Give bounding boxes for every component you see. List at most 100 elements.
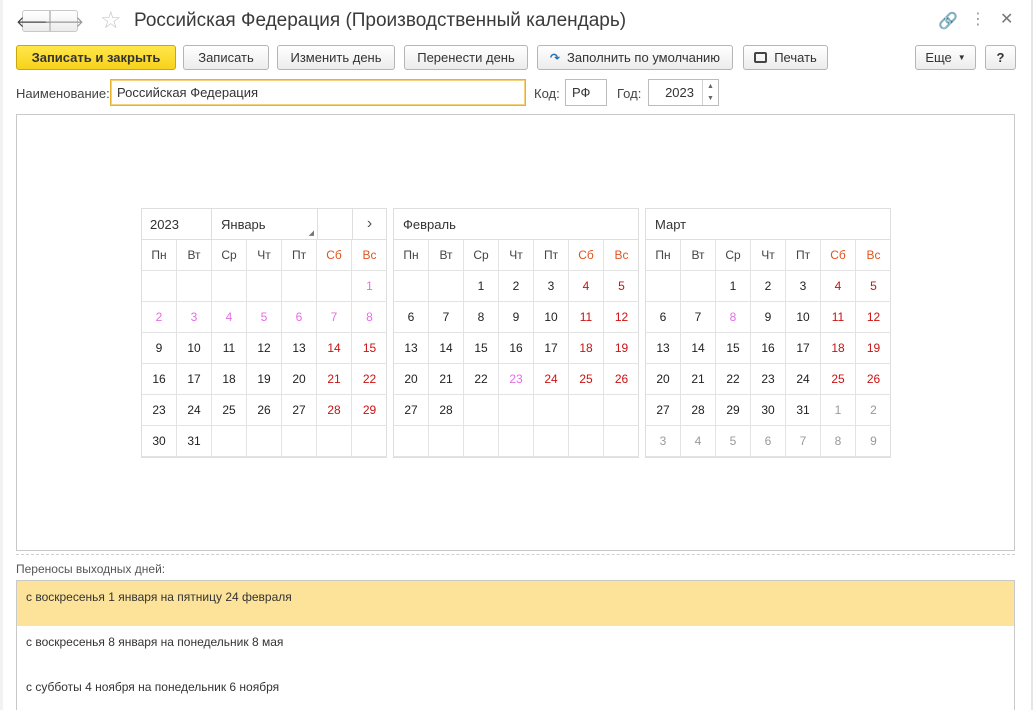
day-cell[interactable]: 14 [317, 333, 352, 364]
change-day-button[interactable]: Изменить день [277, 45, 395, 70]
day-cell[interactable]: 2 [751, 271, 786, 302]
transfer-row[interactable]: с субботы 4 ноября на понедельник 6 нояб… [17, 671, 1014, 716]
day-cell[interactable]: 19 [856, 333, 891, 364]
day-cell[interactable]: 18 [569, 333, 604, 364]
day-cell[interactable]: 15 [464, 333, 499, 364]
prev-month-button[interactable] [318, 208, 353, 240]
day-cell[interactable]: 27 [394, 395, 429, 426]
day-cell[interactable]: 13 [394, 333, 429, 364]
day-cell[interactable]: 6 [282, 302, 317, 333]
fill-default-button[interactable]: ↷ Заполнить по умолчанию [537, 45, 733, 70]
day-cell[interactable]: 6 [394, 302, 429, 333]
day-cell[interactable]: 11 [212, 333, 247, 364]
day-cell[interactable]: 29 [352, 395, 387, 426]
day-cell[interactable]: 1 [821, 395, 856, 426]
day-cell[interactable]: 9 [499, 302, 534, 333]
code-field[interactable]: РФ [565, 79, 607, 106]
day-cell[interactable]: 12 [604, 302, 639, 333]
close-icon[interactable]: ✕ [1000, 9, 1013, 29]
day-cell[interactable]: 31 [786, 395, 821, 426]
more-menu-button[interactable]: Еще ▼ [915, 45, 976, 70]
day-cell[interactable]: 30 [751, 395, 786, 426]
day-cell[interactable]: 21 [681, 364, 716, 395]
day-cell[interactable]: 8 [821, 426, 856, 457]
year-selector[interactable]: 2023 [142, 208, 212, 240]
day-cell[interactable]: 20 [282, 364, 317, 395]
day-cell[interactable]: 20 [394, 364, 429, 395]
day-cell[interactable]: 11 [569, 302, 604, 333]
day-cell[interactable]: 20 [646, 364, 681, 395]
day-cell[interactable]: 17 [786, 333, 821, 364]
day-cell[interactable]: 18 [212, 364, 247, 395]
day-cell[interactable]: 2 [142, 302, 177, 333]
day-cell[interactable]: 3 [534, 271, 569, 302]
day-cell[interactable]: 26 [247, 395, 282, 426]
day-cell[interactable]: 5 [716, 426, 751, 457]
day-cell[interactable]: 4 [569, 271, 604, 302]
day-cell[interactable]: 7 [681, 302, 716, 333]
stepper-up-icon[interactable]: ▲ [707, 83, 714, 90]
name-field[interactable]: Российская Федерация [110, 79, 526, 106]
day-cell[interactable]: 18 [821, 333, 856, 364]
day-cell[interactable]: 27 [646, 395, 681, 426]
day-cell[interactable]: 21 [317, 364, 352, 395]
day-cell[interactable]: 28 [681, 395, 716, 426]
day-cell[interactable]: 14 [681, 333, 716, 364]
day-cell[interactable]: 14 [429, 333, 464, 364]
day-cell[interactable]: 31 [177, 426, 212, 457]
day-cell[interactable]: 9 [751, 302, 786, 333]
day-cell[interactable]: 17 [177, 364, 212, 395]
day-cell[interactable]: 17 [534, 333, 569, 364]
day-cell[interactable]: 22 [716, 364, 751, 395]
day-cell[interactable]: 5 [604, 271, 639, 302]
day-cell[interactable]: 22 [464, 364, 499, 395]
day-cell[interactable]: 4 [212, 302, 247, 333]
move-day-button[interactable]: Перенести день [404, 45, 528, 70]
day-cell[interactable]: 12 [856, 302, 891, 333]
day-cell[interactable]: 11 [821, 302, 856, 333]
day-cell[interactable]: 6 [751, 426, 786, 457]
save-button[interactable]: Записать [183, 45, 269, 70]
month-selector[interactable]: Январь ◢ [212, 208, 318, 240]
day-cell[interactable]: 5 [856, 271, 891, 302]
day-cell[interactable]: 7 [429, 302, 464, 333]
day-cell[interactable]: 4 [681, 426, 716, 457]
day-cell[interactable]: 3 [646, 426, 681, 457]
day-cell[interactable]: 6 [646, 302, 681, 333]
day-cell[interactable]: 1 [352, 271, 387, 302]
day-cell[interactable]: 24 [786, 364, 821, 395]
day-cell[interactable]: 7 [786, 426, 821, 457]
day-cell[interactable]: 24 [534, 364, 569, 395]
day-cell[interactable]: 21 [429, 364, 464, 395]
day-cell[interactable]: 3 [786, 271, 821, 302]
day-cell[interactable]: 13 [646, 333, 681, 364]
day-cell[interactable]: 9 [142, 333, 177, 364]
day-cell[interactable]: 30 [142, 426, 177, 457]
day-cell[interactable]: 5 [247, 302, 282, 333]
year-stepper[interactable]: ▲ ▼ [702, 80, 718, 105]
day-cell[interactable]: 15 [352, 333, 387, 364]
splitter[interactable] [16, 554, 1015, 555]
day-cell[interactable]: 23 [142, 395, 177, 426]
day-cell[interactable]: 22 [352, 364, 387, 395]
day-cell[interactable]: 26 [604, 364, 639, 395]
day-cell[interactable]: 23 [751, 364, 786, 395]
day-cell[interactable]: 4 [821, 271, 856, 302]
day-cell[interactable]: 15 [716, 333, 751, 364]
stepper-down-icon[interactable]: ▼ [707, 95, 714, 102]
day-cell[interactable]: 1 [716, 271, 751, 302]
day-cell[interactable]: 8 [716, 302, 751, 333]
transfer-row[interactable]: с воскресенья 8 января на понедельник 8 … [17, 626, 1014, 671]
day-cell[interactable]: 25 [821, 364, 856, 395]
day-cell[interactable]: 3 [177, 302, 212, 333]
print-button[interactable]: Печать [743, 45, 828, 70]
day-cell[interactable]: 28 [429, 395, 464, 426]
day-cell[interactable]: 16 [499, 333, 534, 364]
help-button[interactable]: ? [985, 45, 1016, 70]
day-cell[interactable]: 16 [142, 364, 177, 395]
day-cell[interactable]: 24 [177, 395, 212, 426]
year-field[interactable]: 2023 ▲ ▼ [648, 79, 719, 106]
day-cell[interactable]: 13 [282, 333, 317, 364]
day-cell[interactable]: 10 [786, 302, 821, 333]
day-cell[interactable]: 27 [282, 395, 317, 426]
